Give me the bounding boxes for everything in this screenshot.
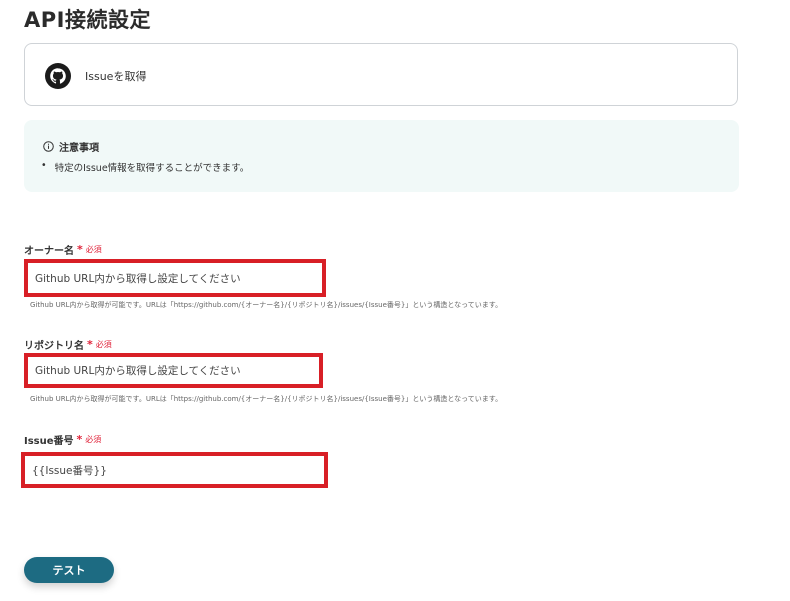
issue-number-input[interactable]: {{Issue番号}} [21,452,328,488]
owner-name-input[interactable]: Github URL内から取得し設定してください [24,259,326,297]
owner-field-label: オーナー名 * 必須 [24,242,102,257]
github-icon [45,63,71,89]
required-asterisk: * [77,243,83,256]
issue-field-label: Issue番号 * 必須 [24,432,101,447]
info-icon [43,141,54,152]
required-text: 必須 [95,340,112,349]
required-asterisk: * [87,338,93,351]
repo-label-text: リポジトリ名 [24,341,84,352]
owner-field-hint: Github URL内から取得が可能です。URLは「https://github… [30,301,503,309]
required-text: 必須 [85,435,102,444]
notice-title: 注意事項 [59,143,99,154]
repo-field-label: リポジトリ名 * 必須 [24,337,112,352]
repo-field-hint: Github URL内から取得が可能です。URLは「https://github… [30,395,503,403]
issue-label-text: Issue番号 [24,436,74,447]
test-button[interactable]: テスト [24,557,114,583]
notice-box: 注意事項 • 特定のIssue情報を取得することができます。 [24,120,739,192]
required-text: 必須 [85,245,102,254]
notice-item: • 特定のIssue情報を取得することができます。 [41,160,249,174]
owner-label-text: オーナー名 [24,246,74,257]
repository-name-input[interactable]: Github URL内から取得し設定してください [24,353,323,388]
notice-item-text: 特定のIssue情報を取得することができます。 [54,163,250,174]
notice-header: 注意事項 [43,139,99,154]
page-title: API接続設定 [24,8,151,32]
action-card[interactable]: Issueを取得 [24,43,738,106]
bullet-icon: • [41,160,47,171]
action-label: Issueを取得 [85,70,147,83]
required-asterisk: * [76,433,83,446]
